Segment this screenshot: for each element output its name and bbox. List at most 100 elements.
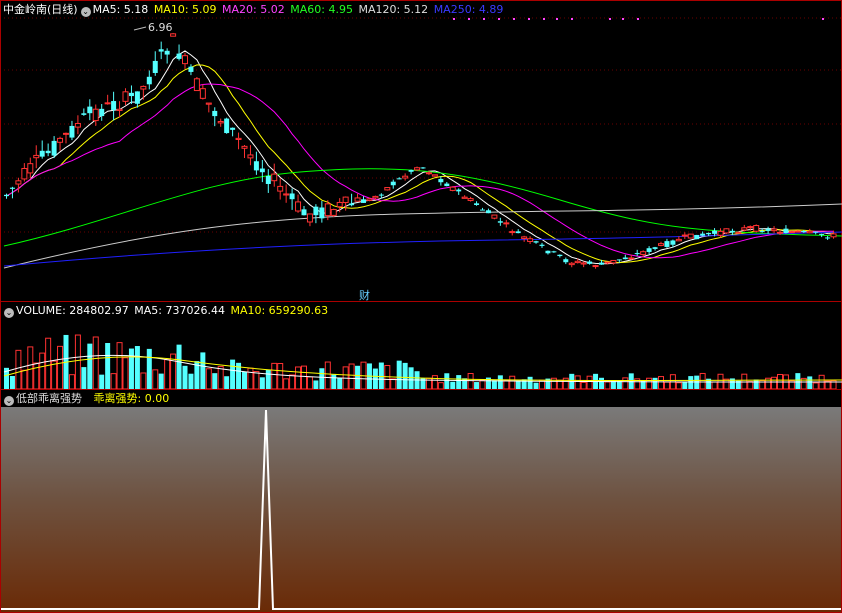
candle-body xyxy=(521,236,528,239)
candle-body xyxy=(330,209,337,216)
volume-bar xyxy=(105,343,111,389)
signal-dot xyxy=(498,18,500,20)
chevron-down-icon[interactable]: ⌄ xyxy=(80,7,91,17)
candle-body xyxy=(723,228,730,234)
volume-bar xyxy=(140,372,147,390)
moving-average-lines xyxy=(3,50,842,269)
candle-body xyxy=(717,230,724,236)
candle-body xyxy=(819,233,825,235)
volume-bar xyxy=(331,374,337,389)
volume-bar xyxy=(295,366,302,390)
candle-body xyxy=(259,168,265,173)
candle-body xyxy=(587,261,593,264)
financial-report-marker[interactable]: 财 xyxy=(359,288,370,302)
candle-body xyxy=(39,150,45,157)
candle-body xyxy=(349,203,355,206)
candle-body xyxy=(592,265,599,268)
candle-body xyxy=(92,108,99,122)
candle-body xyxy=(289,193,295,200)
volume-bar xyxy=(622,377,629,390)
candle-body xyxy=(301,209,307,216)
volume-bar xyxy=(116,342,123,390)
candle-body xyxy=(313,206,319,216)
candle-body xyxy=(182,55,188,65)
candle-body xyxy=(336,201,343,208)
volume-bar xyxy=(378,362,384,389)
volume-bar xyxy=(747,381,754,390)
candle-body xyxy=(794,230,801,233)
candle-body xyxy=(111,101,117,110)
volume-bar xyxy=(164,359,171,390)
candle-body xyxy=(51,140,57,156)
candle-body xyxy=(664,241,670,247)
candle-body xyxy=(396,178,402,180)
candle-body xyxy=(152,60,158,73)
candle-body xyxy=(806,230,813,234)
volume-bar xyxy=(491,380,497,389)
ma60-line xyxy=(3,168,842,247)
candle-body xyxy=(140,85,147,90)
volume-bar xyxy=(688,376,694,389)
candle-body xyxy=(99,108,105,117)
indicator-pane-divider xyxy=(0,389,842,390)
volume-bar xyxy=(15,349,22,390)
candle-body xyxy=(652,247,658,249)
signal-dot xyxy=(609,18,611,20)
chevron-down-icon[interactable]: ⌄ xyxy=(4,308,14,318)
candle-body xyxy=(580,262,587,265)
signal-dot xyxy=(528,18,530,20)
candle-body xyxy=(687,233,694,239)
candle-body xyxy=(574,260,581,264)
indicator-value: 乖离强势: 0.00 xyxy=(93,392,170,405)
candle-body xyxy=(164,50,170,55)
volume-bar xyxy=(247,367,254,390)
volume-bar xyxy=(509,375,516,390)
candle-body xyxy=(640,251,647,255)
volume-bar xyxy=(265,369,271,389)
main-chart-header: 中金岭南(日线) ⌄ MA5: 5.18 MA10: 5.09 MA20: 5.02… xyxy=(3,2,505,18)
candle-body xyxy=(408,169,414,172)
candle-body xyxy=(4,194,9,197)
volume-bar xyxy=(467,372,474,390)
volume-bar xyxy=(9,376,15,389)
volume-bar xyxy=(224,376,230,389)
candle-body xyxy=(735,231,742,234)
ma250-value: MA250: 4.89 xyxy=(433,3,504,16)
stock-title: 中金岭南(日线) xyxy=(3,3,78,16)
candle-body xyxy=(176,53,182,59)
candle-body xyxy=(753,225,760,232)
ma120-value: MA120: 5.12 xyxy=(358,3,429,16)
volume-bar xyxy=(431,375,438,390)
candle-body xyxy=(342,196,349,204)
candle-body xyxy=(444,183,450,187)
signal-dot xyxy=(468,18,470,20)
volume-bar xyxy=(355,365,361,389)
candle-body xyxy=(461,196,468,199)
candle-body xyxy=(557,254,563,257)
chevron-down-icon[interactable]: ⌄ xyxy=(4,396,14,406)
candle-body xyxy=(509,231,516,234)
ma250-line xyxy=(3,231,842,267)
volume-bar xyxy=(628,373,634,389)
volume-bar xyxy=(795,373,801,389)
candle-body xyxy=(610,259,617,264)
volume-bar xyxy=(807,376,813,389)
volume-bar xyxy=(68,374,75,390)
candle-body xyxy=(205,102,212,105)
ma60-value: MA60: 4.95 xyxy=(290,3,353,16)
volume-bar xyxy=(205,368,212,390)
volume-bar xyxy=(152,369,159,390)
volume-bar xyxy=(27,346,34,390)
volume-bar xyxy=(74,334,81,390)
candle-body xyxy=(675,238,682,242)
candle-body xyxy=(361,199,366,203)
volume-bar xyxy=(122,357,129,390)
volume-bar xyxy=(682,381,688,389)
candle-body xyxy=(485,210,491,214)
candle-body xyxy=(467,198,474,201)
candle-body xyxy=(616,259,622,261)
candle-body xyxy=(277,185,284,192)
indicator-header: ⌄ 低部乖离强势 乖离强势: 0.00 xyxy=(3,391,171,407)
volume-bar xyxy=(348,363,355,390)
volume-bar xyxy=(200,352,206,389)
